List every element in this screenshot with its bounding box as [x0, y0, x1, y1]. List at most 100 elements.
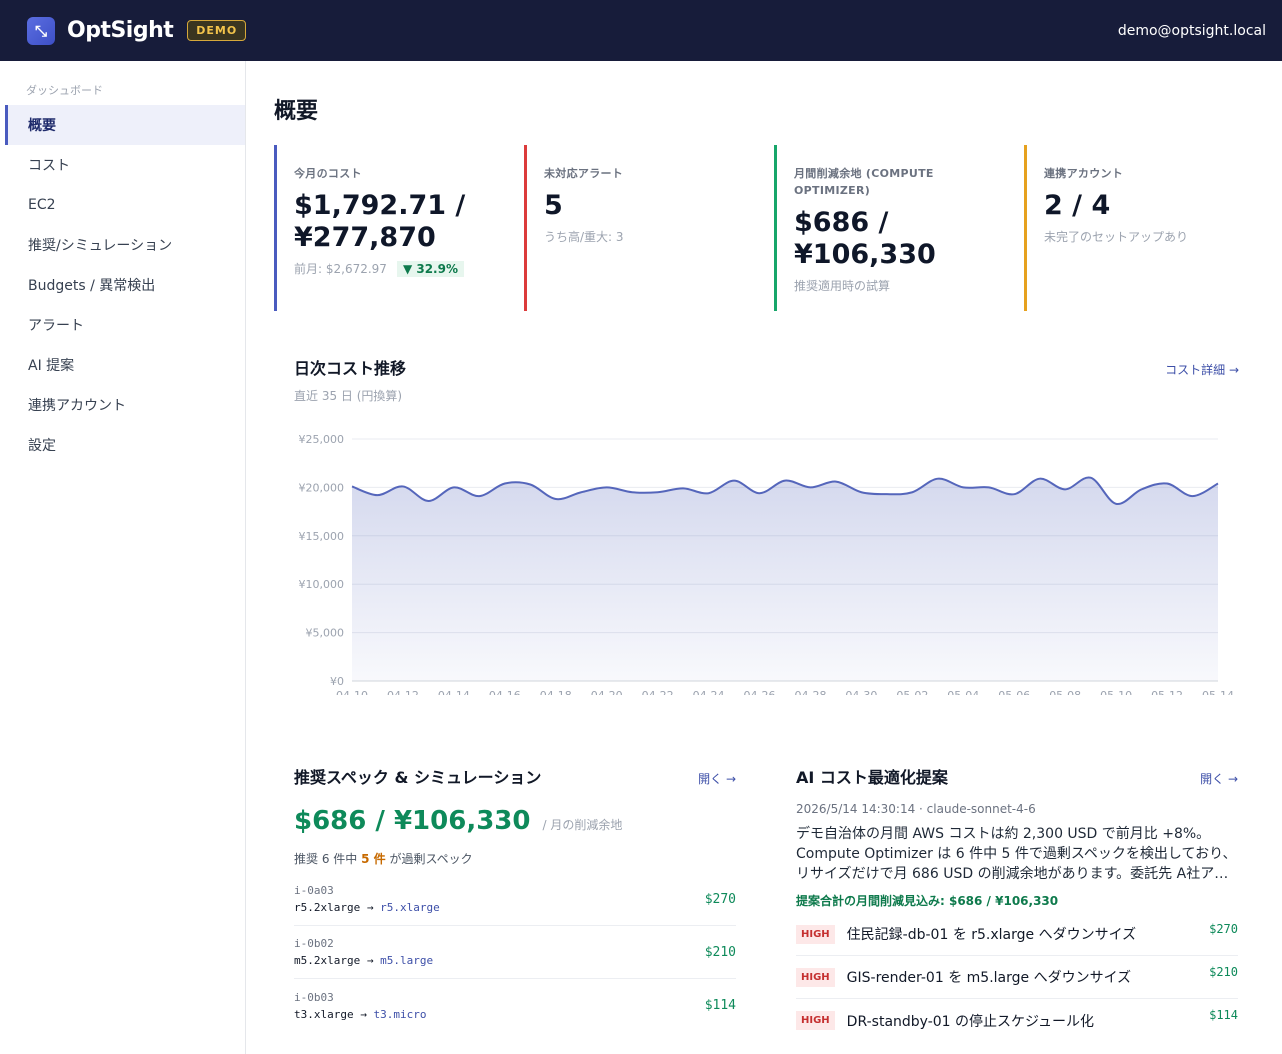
arrow-icon: →	[366, 901, 374, 914]
ai-card: AI コスト最適化提案 開く → 2026/5/14 14:30:14 · cl…	[796, 764, 1238, 1042]
kpi-sub: 前月: $2,672.97	[294, 262, 387, 276]
sidebar-item-budgets[interactable]: Budgets / 異常検出	[0, 265, 245, 305]
kpi-accounts: 連携アカウント 2 / 4 未完了のセットアップあり	[1024, 145, 1259, 311]
ai-row-amount: $114	[1209, 1008, 1238, 1022]
sidebar-item-accounts[interactable]: 連携アカウント	[0, 385, 245, 425]
arrow-icon: →	[366, 954, 374, 967]
sidebar-item-ec2[interactable]: EC2	[0, 185, 245, 225]
ai-row-label: DR-standby-01 の停止スケジュール化	[846, 1013, 1095, 1030]
spec-amount: $270	[704, 891, 736, 907]
x-tick-label: 05-06	[998, 689, 1030, 695]
x-tick-label: 04-20	[591, 689, 623, 695]
ai-row-label: 住民記録-db-01 を r5.xlarge へダウンサイズ	[846, 927, 1137, 943]
spec-list: i-0a03 r5.2xlarge → r5.xlarge $270 i-0b0…	[294, 873, 736, 1032]
app-logo-icon[interactable]: ⤡	[27, 16, 55, 45]
sidebar-item-ai[interactable]: AI 提案	[0, 345, 245, 385]
x-tick-label: 04-18	[540, 689, 572, 695]
sidebar-item-recommend[interactable]: 推奨/シミュレーション	[0, 225, 245, 265]
kpi-label: 今月のコスト	[294, 167, 362, 180]
kpi-alerts: 未対応アラート 5 うち高/重大: 3	[524, 145, 759, 311]
spec-row[interactable]: i-0a03 r5.2xlarge → r5.xlarge $270	[294, 873, 736, 926]
change-badge: ▼ 32.9%	[396, 260, 464, 277]
kpi-label: 月間削減余地 (COMPUTE OPTIMIZER)	[794, 167, 934, 197]
ai-open-link[interactable]: 開く →	[1200, 770, 1238, 787]
x-tick-label: 05-12	[1151, 689, 1183, 695]
note-post: が過剰スペック	[389, 852, 473, 866]
sidebar-item-settings[interactable]: 設定	[0, 425, 245, 465]
spec-amount: $686 / ¥106,330	[294, 806, 531, 836]
priority-badge: HIGH	[796, 967, 835, 987]
ai-meta: 2026/5/14 14:30:14 · claude-sonnet-4-6	[796, 802, 1036, 816]
ai-row-label: GIS-render-01 を m5.large へダウンサイズ	[846, 970, 1132, 986]
spec-amount-unit: / 月の削減余地	[542, 818, 623, 832]
to-type: m5.large	[380, 954, 434, 967]
spec-amount-row: $686 / ¥106,330 / 月の削減余地	[294, 806, 736, 836]
spec-title: 推奨スペック & シミュレーション	[294, 768, 542, 787]
instance-id: i-0b03	[294, 990, 334, 1004]
y-tick-label: ¥0	[330, 675, 344, 688]
spec-row[interactable]: i-0b02 m5.2xlarge → m5.large $210	[294, 926, 736, 979]
spec-amount: $114	[704, 998, 736, 1013]
x-tick-label: 05-02	[896, 689, 928, 695]
x-tick-label: 05-14	[1202, 689, 1234, 695]
kpi-value: $686 / ¥106,330	[794, 207, 936, 270]
ai-row-amount: $210	[1209, 965, 1238, 979]
kpi-sub: 未完了のセットアップあり	[1044, 230, 1189, 244]
top-bar: ⤡ OptSight DEMO demo@optsight.local	[0, 0, 1282, 61]
sidebar: ダッシュボード 概要 コスト EC2 推奨/シミュレーション Budgets /…	[0, 61, 246, 1054]
x-tick-label: 05-08	[1049, 689, 1081, 695]
page-title: 概要	[274, 99, 319, 124]
x-tick-label: 04-16	[489, 689, 521, 695]
sidebar-item-cost[interactable]: コスト	[0, 145, 245, 185]
kpi-monthly-cost: 今月のコスト $1,792.71 / ¥277,870 前月: $2,672.9…	[274, 145, 509, 311]
main-content: 概要 今月のコスト $1,792.71 / ¥277,870 前月: $2,67…	[247, 61, 1282, 1054]
from-type: m5.2xlarge	[294, 954, 361, 967]
y-tick-label: ¥20,000	[299, 481, 345, 494]
x-tick-label: 04-24	[693, 689, 725, 695]
daily-cost-card: 日次コスト推移 直近 35 日 (円換算) コスト詳細 → ¥25,000 ¥20…	[294, 355, 1239, 695]
ai-row[interactable]: HIGH GIS-render-01 を m5.large へダウンサイズ $2…	[796, 956, 1238, 999]
to-type: r5.xlarge	[380, 901, 440, 914]
ai-title: AI コスト最適化提案	[796, 768, 948, 787]
demo-badge: DEMO	[187, 20, 247, 41]
kpi-sub: うち高/重大: 3	[544, 230, 624, 244]
y-tick-label: ¥10,000	[299, 578, 345, 591]
note-count: 5 件	[361, 852, 386, 866]
to-type: t3.micro	[373, 1007, 427, 1021]
x-tick-label: 04-28	[794, 689, 826, 695]
ai-list: HIGH 住民記録-db-01 を r5.xlarge へダウンサイズ $270…	[796, 913, 1238, 1042]
x-tick-label: 05-04	[947, 689, 979, 695]
user-email[interactable]: demo@optsight.local	[1118, 23, 1266, 39]
chart-subtitle: 直近 35 日 (円換算)	[294, 389, 403, 403]
ai-row[interactable]: HIGH 住民記録-db-01 を r5.xlarge へダウンサイズ $270	[796, 913, 1238, 956]
kpi-value: 5	[544, 190, 563, 221]
note-pre: 推奨 6 件中	[294, 852, 358, 866]
x-tick-label: 04-26	[744, 689, 776, 695]
y-tick-label: ¥25,000	[299, 433, 345, 446]
kpi-sub-row: 前月: $2,672.97 ▼ 32.9%	[294, 260, 509, 277]
area-fill	[352, 477, 1218, 681]
chart-title: 日次コスト推移	[294, 359, 407, 378]
instance-id: i-0a03	[294, 884, 334, 897]
ai-total: 提案合計の月間削減見込み: $686 / ¥106,330	[796, 894, 1059, 908]
brand-name: OptSight	[67, 18, 174, 43]
from-type: r5.2xlarge	[294, 901, 361, 914]
kpi-label: 連携アカウント	[1044, 167, 1124, 180]
ai-summary: デモ自治体の月間 AWS コストは約 2,300 USD で前月比 +8%。Co…	[796, 826, 1237, 882]
ai-row-amount: $270	[1209, 922, 1238, 936]
cost-detail-link[interactable]: コスト詳細 →	[1165, 361, 1239, 378]
spec-row[interactable]: i-0b03 t3.xlarge → t3.micro $114	[294, 979, 736, 1032]
x-tick-label: 04-12	[387, 689, 419, 695]
arrow-icon: →	[360, 1007, 367, 1021]
kpi-value: 2 / 4	[1044, 190, 1111, 221]
kpi-value: $1,792.71 / ¥277,870	[294, 190, 466, 253]
sidebar-section-title: ダッシュボード	[26, 84, 103, 97]
x-tick-label: 04-14	[438, 689, 470, 695]
sidebar-item-overview[interactable]: 概要	[5, 105, 245, 145]
spec-card: 推奨スペック & シミュレーション 開く → $686 / ¥106,330 /…	[294, 764, 736, 1032]
spec-note: 推奨 6 件中 5 件 が過剰スペック	[294, 850, 736, 867]
sidebar-item-alerts[interactable]: アラート	[0, 305, 245, 345]
spec-open-link[interactable]: 開く →	[698, 770, 736, 787]
daily-cost-chart: ¥25,000¥20,000¥15,000¥10,000¥5,000¥004-1…	[299, 433, 1234, 695]
ai-row[interactable]: HIGH DR-standby-01 の停止スケジュール化 $114	[796, 999, 1238, 1042]
